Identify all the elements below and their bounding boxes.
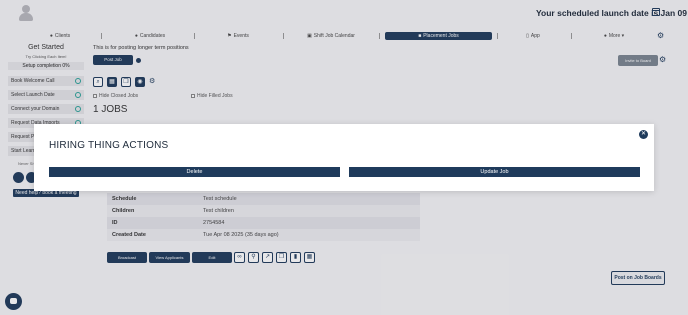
hiring-actions-modal: HIRING THING ACTIONS ✕ Delete Update Job — [34, 124, 654, 191]
close-icon[interactable]: ✕ — [639, 130, 648, 139]
update-job-button[interactable]: Update Job — [349, 167, 640, 177]
modal-title: HIRING THING ACTIONS — [49, 140, 169, 151]
delete-button[interactable]: Delete — [49, 167, 340, 177]
